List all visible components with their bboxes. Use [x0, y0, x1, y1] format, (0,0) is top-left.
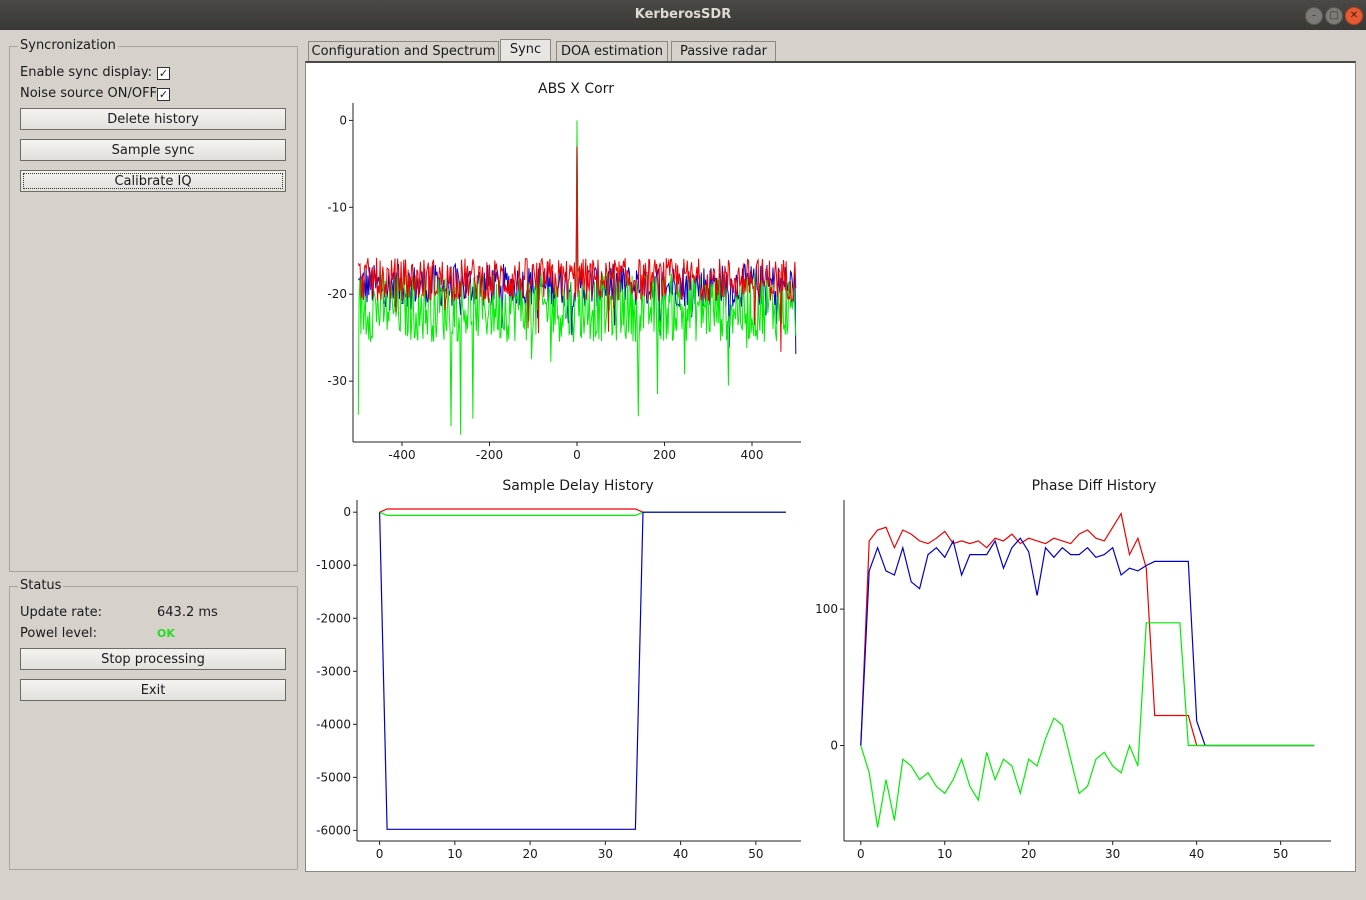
calibrate-iq-button[interactable]: Calibrate IQ [20, 170, 286, 192]
x-tick-label: 50 [748, 847, 763, 861]
tab-passive-radar[interactable]: Passive radar [671, 41, 776, 62]
plot-title: Phase Diff History [1032, 478, 1157, 494]
y-tick-label: -10 [327, 200, 347, 214]
status-group-title: Status [18, 578, 64, 593]
y-tick-label: -4000 [316, 717, 351, 731]
y-tick-label: -5000 [316, 770, 351, 784]
y-tick-label: 0 [339, 113, 347, 127]
tab-configuration-spectrum[interactable]: Configuration and Spectrum [308, 41, 499, 62]
x-tick-label: 30 [1105, 847, 1120, 861]
x-tick-label: 20 [1021, 847, 1036, 861]
delete-history-label: Delete history [107, 112, 199, 127]
enable-sync-checkbox[interactable]: ✓ [157, 67, 170, 80]
x-tick-label: 10 [937, 847, 952, 861]
window-title: KerberosSDR [634, 7, 732, 22]
minimize-icon[interactable]: – [1305, 7, 1323, 25]
y-tick-label: 0 [830, 739, 838, 753]
x-tick-label: 40 [673, 847, 688, 861]
update-rate-value: 643.2 ms [157, 605, 218, 620]
x-tick-label: -400 [388, 448, 415, 462]
y-tick-label: 100 [815, 602, 838, 616]
tab-label: DOA estimation [560, 44, 664, 59]
x-tick-label: 10 [447, 847, 462, 861]
stop-processing-button[interactable]: Stop processing [20, 648, 286, 670]
x-tick-label: 40 [1189, 847, 1204, 861]
tab-label: Passive radar [679, 44, 768, 59]
power-level-value: OK [157, 627, 175, 640]
plot-phase-diff-history: Phase Diff History 0 10 20 30 40 50 100 0 [815, 478, 1331, 861]
x-tick-label: -200 [476, 448, 503, 462]
history-line [860, 537, 1315, 747]
y-tick-label: -3000 [316, 664, 351, 678]
tab-doa-estimation[interactable]: DOA estimation [556, 41, 668, 62]
maximize-icon[interactable]: □ [1325, 7, 1343, 25]
sync-plots: ABS X Corr-400 -200 0 200 4000-10-20-30Sampl… [316, 81, 1331, 861]
sample-sync-button[interactable]: Sample sync [20, 139, 286, 161]
tab-label: Sync [509, 42, 542, 57]
history-line [860, 622, 1315, 828]
x-tick-label: 200 [653, 448, 676, 462]
x-tick-label: 0 [573, 448, 581, 462]
sync-tab-panel: ABS X Corr -400 -200 0 200 400 0 -10 -20 -30 Sampl… [305, 61, 1356, 872]
sample-sync-label: Sample sync [111, 143, 195, 158]
history-line [379, 511, 786, 830]
noise-source-label: Noise source ON/OFF [20, 86, 158, 101]
stop-processing-label: Stop processing [101, 652, 205, 667]
exit-button[interactable]: Exit [20, 679, 286, 701]
x-tick-label: 400 [741, 448, 764, 462]
y-tick-label: 0 [343, 505, 351, 519]
x-tick-label: 0 [857, 847, 865, 861]
plot-sample-delay-history: Sample Delay History 0 10 20 30 40 50 0 -1000 -20… [316, 478, 801, 861]
exit-label: Exit [140, 683, 166, 698]
y-tick-label: -20 [327, 287, 347, 301]
window-titlebar[interactable]: KerberosSDR – □ ✕ [0, 0, 1366, 30]
sync-group: Syncronization Enable sync display: ✓ No… [9, 38, 298, 572]
tab-sync[interactable]: Sync [500, 39, 551, 63]
update-rate-label: Update rate: [20, 605, 102, 620]
close-icon[interactable]: ✕ [1345, 7, 1363, 25]
x-tick-label: 50 [1273, 847, 1288, 861]
plot-abs-x-corr: ABS X Corr -400 -200 0 200 400 0 -10 -20 -30 [327, 81, 801, 462]
power-level-label: Powel level: [20, 626, 97, 641]
x-tick-label: 0 [376, 847, 384, 861]
delete-history-button[interactable]: Delete history [20, 108, 286, 130]
plot-title: Sample Delay History [502, 478, 653, 494]
enable-sync-label: Enable sync display: [20, 65, 152, 80]
y-tick-label: -6000 [316, 823, 351, 837]
status-group: Status Update rate: 643.2 ms Powel level… [9, 578, 298, 870]
y-tick-label: -30 [327, 374, 347, 388]
x-tick-label: 30 [598, 847, 613, 861]
x-tick-label: 20 [522, 847, 537, 861]
sync-group-title: Syncronization [18, 38, 118, 53]
noise-source-checkbox[interactable]: ✓ [157, 88, 170, 101]
y-tick-label: -1000 [316, 558, 351, 572]
y-tick-label: -2000 [316, 611, 351, 625]
tab-label: Configuration and Spectrum [311, 44, 496, 59]
plot-title: ABS X Corr [538, 81, 614, 97]
